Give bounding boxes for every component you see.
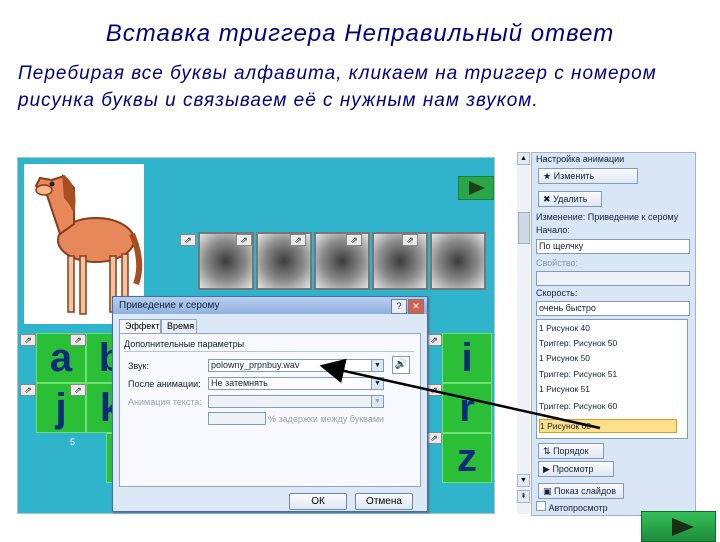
sound-dropdown[interactable]: polowny_prpnbuy.wav ▼ <box>208 359 384 372</box>
dialog-titlebar: Приведение к серому ? ✕ <box>113 297 427 314</box>
list-item-selected[interactable]: 1 Рисунок 60 <box>539 419 677 433</box>
reorder-icon: ⇅ <box>543 446 551 456</box>
cancel-button[interactable]: Отмена <box>355 493 413 510</box>
change-caption: Изменение: Приведение к серому <box>536 212 679 222</box>
reorder-button[interactable]: ⇅ Порядок <box>538 443 604 459</box>
list-item[interactable]: 1 Рисунок 50 <box>539 352 675 364</box>
effect-options-dialog: Приведение к серому ? ✕ Эффект Время Доп… <box>112 296 428 512</box>
autopreview-label: Автопросмотр <box>548 503 608 513</box>
speed-label: Скорость: <box>536 288 578 298</box>
pane-header: Настройка анимации <box>536 154 625 164</box>
letter-cell[interactable]: z <box>442 433 492 483</box>
property-label: Свойство: <box>536 258 579 268</box>
group-label: Дополнительные параметры <box>124 339 245 349</box>
trigger-marker-icon: ⇗ <box>426 384 442 396</box>
trigger-marker-icon: ⇗ <box>426 334 442 346</box>
sound-value: polowny_prpnbuy.wav <box>211 360 300 370</box>
chevron-down-icon: ▼ <box>371 396 383 407</box>
order-label: Порядок <box>553 446 589 456</box>
after-animation-value: Не затемнять <box>211 378 268 388</box>
list-item[interactable]: Триггер: Рисунок 50 <box>539 337 675 349</box>
delete-icon: ✖ <box>543 194 551 204</box>
chevron-down-icon: ▼ <box>371 378 383 389</box>
effect-panel: Дополнительные параметры Звук: polowny_p… <box>119 333 421 487</box>
delete-label: Удалить <box>553 194 588 204</box>
list-item[interactable]: 1 Рисунок 51 <box>539 383 675 395</box>
slide-subtitle: Перебирая все буквы алфавита, кликаем на… <box>18 63 657 111</box>
slideshow-icon: ▣ <box>543 486 552 496</box>
autopreview-row[interactable]: Автопросмотр <box>536 501 608 514</box>
start-label: Начало: <box>536 225 570 235</box>
trigger-marker-icon: ⇗ <box>20 334 36 346</box>
trigger-marker-icon: ⇗ <box>402 234 418 246</box>
trigger-square[interactable] <box>372 232 428 290</box>
change-label: Изменить <box>553 171 595 181</box>
speaker-icon[interactable]: 🔊 <box>392 356 410 374</box>
scroll-thumb[interactable] <box>518 212 530 244</box>
delay-spinner[interactable] <box>208 412 266 425</box>
chevron-down-icon: ▼ <box>371 360 383 371</box>
list-item[interactable]: Триггер: Рисунок 51 <box>539 368 675 380</box>
grid-number: 5 <box>70 437 76 447</box>
slide-title: Вставка триггера Неправильный ответ <box>105 20 615 47</box>
after-animation-label: После анимации: <box>128 379 201 389</box>
custom-animation-pane: Настройка анимации ★ Изменить ✖ Удалить … <box>531 152 696 516</box>
autopreview-checkbox[interactable] <box>536 501 546 511</box>
play-icon: ▶ <box>543 464 550 474</box>
list-item[interactable]: 1 Рисунок 40 <box>539 322 675 334</box>
slideshow-label: Показ слайдов <box>554 486 616 496</box>
trigger-marker-icon: ⇗ <box>290 234 306 246</box>
trigger-marker-icon: ⇗ <box>426 432 442 444</box>
tab-timing[interactable]: Время <box>161 319 197 334</box>
delay-label: % задержки между буквами <box>268 414 385 424</box>
trigger-square[interactable] <box>430 232 486 290</box>
start-value: По щелчку <box>539 241 584 251</box>
close-button[interactable]: ✕ <box>408 299 424 314</box>
next-slide-button[interactable] <box>641 511 716 542</box>
trigger-marker-icon: ⇗ <box>20 384 36 396</box>
slide-scrollbar[interactable]: ▲ ▼ ⇞ <box>517 152 530 514</box>
property-dropdown[interactable] <box>536 271 690 286</box>
change-effect-button[interactable]: ★ Изменить <box>538 168 638 184</box>
speed-value: очень быстро <box>539 303 596 313</box>
trigger-marker-icon: ⇗ <box>236 234 252 246</box>
ok-button[interactable]: ОК <box>289 493 347 510</box>
animate-text-label: Анимация текста: <box>128 397 202 407</box>
scroll-up-icon[interactable]: ▲ <box>517 152 530 165</box>
preview-label: Просмотр <box>552 464 594 474</box>
page-up-icon[interactable]: ⇞ <box>517 490 530 503</box>
slideshow-button[interactable]: ▣ Показ слайдов <box>538 483 624 499</box>
animation-list: 1 Рисунок 40 Триггер: Рисунок 50 1 Рисун… <box>536 319 688 439</box>
trigger-marker-icon: ⇗ <box>70 384 86 396</box>
help-button[interactable]: ? <box>391 299 407 314</box>
sound-label: Звук: <box>128 361 149 371</box>
start-dropdown[interactable]: По щелчку <box>536 239 690 254</box>
letter-cell[interactable]: r <box>442 383 492 433</box>
trigger-marker-icon: ⇗ <box>180 234 196 246</box>
list-item[interactable]: Триггер: Рисунок 60 <box>539 400 675 412</box>
group-divider <box>124 351 414 352</box>
preview-button[interactable]: ▶ Просмотр <box>538 461 614 477</box>
trigger-marker-icon: ⇗ <box>70 334 86 346</box>
tab-effect[interactable]: Эффект <box>119 319 161 334</box>
letter-cell[interactable]: i <box>442 333 492 383</box>
slide-next-button[interactable] <box>458 176 494 200</box>
trigger-marker-icon: ⇗ <box>346 234 362 246</box>
star-icon: ★ <box>543 171 552 181</box>
scroll-down-icon[interactable]: ▼ <box>517 474 530 487</box>
delete-effect-button[interactable]: ✖ Удалить <box>538 191 602 207</box>
speed-dropdown[interactable]: очень быстро <box>536 301 690 316</box>
after-animation-dropdown[interactable]: Не затемнять ▼ <box>208 377 384 390</box>
dialog-title: Приведение к серому <box>119 300 220 311</box>
animate-text-dropdown[interactable]: ▼ <box>208 395 384 408</box>
